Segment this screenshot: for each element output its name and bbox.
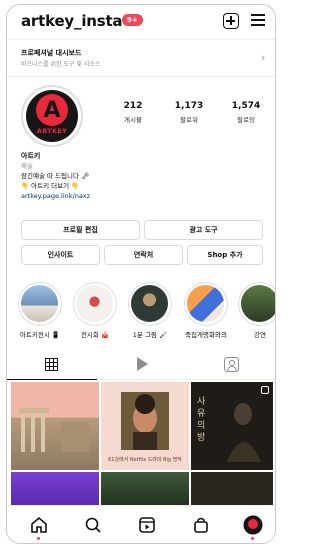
top-bar: artkey_insta 9+: [7, 5, 275, 39]
notification-badge[interactable]: 9+: [122, 14, 143, 26]
highlight-label: 죽집게명화와의: [185, 331, 227, 339]
reels-nav-icon[interactable]: [137, 515, 157, 535]
search-icon[interactable]: [83, 515, 103, 535]
stat-following[interactable]: 1,574 팔로잉: [221, 101, 271, 124]
post-thumbnail-dark[interactable]: [191, 472, 273, 505]
stat-label: 팔로워: [180, 116, 198, 124]
ad-tools-button[interactable]: 광고 도구: [144, 220, 263, 240]
post-thumbnail-green[interactable]: [101, 472, 189, 505]
highlight-item[interactable]: 강연: [235, 282, 275, 339]
add-shop-button[interactable]: Shop 추가: [187, 245, 263, 265]
bottom-nav: [7, 505, 275, 543]
profile-nav-avatar[interactable]: [243, 515, 263, 535]
tab-tagged[interactable]: [187, 350, 275, 380]
highlight-item[interactable]: 전시회 🎪: [70, 282, 120, 339]
highlight-label: 1분 그림 🖌: [132, 331, 168, 339]
highlight-item[interactable]: 아트키전시 📱: [15, 282, 65, 339]
insights-button[interactable]: 인사이트: [21, 245, 100, 265]
avatar[interactable]: A ARTKEY: [21, 85, 83, 147]
profile-bio: 아트키 예술 잠긴예술 따 드립니다 🗝 👇 아트키 더보기 👇 artkey.…: [21, 151, 261, 201]
notification-dot: [251, 537, 254, 540]
highlight-item[interactable]: 1분 그림 🖌: [125, 282, 175, 339]
edit-profile-button[interactable]: 프로필 편집: [21, 220, 140, 240]
logo-text: ARTKEY: [36, 127, 68, 135]
highlight-label: 아트키전시 📱: [19, 331, 61, 339]
hamburger-menu-icon[interactable]: [251, 14, 265, 26]
bio-line: 👇 아트키 더보기 👇: [21, 182, 80, 190]
profile-link[interactable]: artkey.page.link/naxz: [21, 191, 261, 201]
ruins-illustration: [19, 408, 89, 452]
shop-bag-icon[interactable]: [191, 515, 211, 535]
reels-icon: [137, 357, 148, 371]
profile-category: 예술: [21, 162, 33, 170]
stat-label: 게시물: [124, 116, 142, 124]
stat-value: 1,574: [231, 101, 261, 111]
create-post-icon[interactable]: [223, 13, 239, 29]
highlight-item[interactable]: 죽집게명화와의: [181, 282, 231, 339]
post-thumbnail-buddha[interactable]: 사유의 방: [191, 382, 273, 470]
post-thumbnail-frida[interactable]: 61강에서 Netflix 드라마 Big 명작: [101, 382, 189, 470]
stat-label: 팔로잉: [237, 116, 255, 124]
logo-letter: A: [36, 94, 68, 126]
tab-posts[interactable]: [7, 350, 97, 380]
multi-photo-icon: [261, 386, 269, 394]
dashboard-title: 프로페셔널 대시보드: [21, 49, 82, 57]
home-icon[interactable]: [29, 515, 49, 535]
post-thumbnail-rome[interactable]: [11, 382, 99, 470]
bio-line: 잠긴예술 따 드립니다 🗝: [21, 172, 90, 180]
stat-value: 212: [123, 101, 143, 111]
grid-icon: [45, 358, 58, 371]
highlight-label: 강연: [254, 331, 266, 339]
contact-button[interactable]: 연락처: [104, 245, 183, 265]
notification-dot: [37, 537, 40, 540]
chevron-right-icon: ›: [261, 51, 266, 64]
post-caption: 사유의 방: [197, 397, 206, 443]
dashboard-subtitle: 비즈니스를 위한 도구 및 리소스: [21, 61, 101, 68]
tagged-icon: [224, 357, 239, 372]
stat-value: 1,173: [174, 101, 204, 111]
stat-followers[interactable]: 1,173 팔로워: [164, 101, 214, 124]
post-caption: 61강에서 Netflix 드라마 Big 명작: [108, 457, 182, 463]
phone-frame: artkey_insta 9+ 프로페셔널 대시보드 비즈니스를 위한 도구 및…: [6, 4, 276, 544]
profile-name: 아트키: [21, 152, 41, 160]
stat-posts[interactable]: 212 게시물: [108, 101, 158, 124]
highlight-label: 전시회 🎪: [80, 331, 110, 339]
professional-dashboard[interactable]: 프로페셔널 대시보드 비즈니스를 위한 도구 및 리소스 ›: [7, 39, 275, 77]
username-switcher[interactable]: artkey_insta: [21, 12, 123, 30]
profile-picture: A ARTKEY: [26, 90, 78, 142]
tab-reels[interactable]: [97, 350, 187, 380]
profile-tabs: [7, 350, 275, 380]
post-thumbnail-purple[interactable]: [11, 472, 99, 505]
